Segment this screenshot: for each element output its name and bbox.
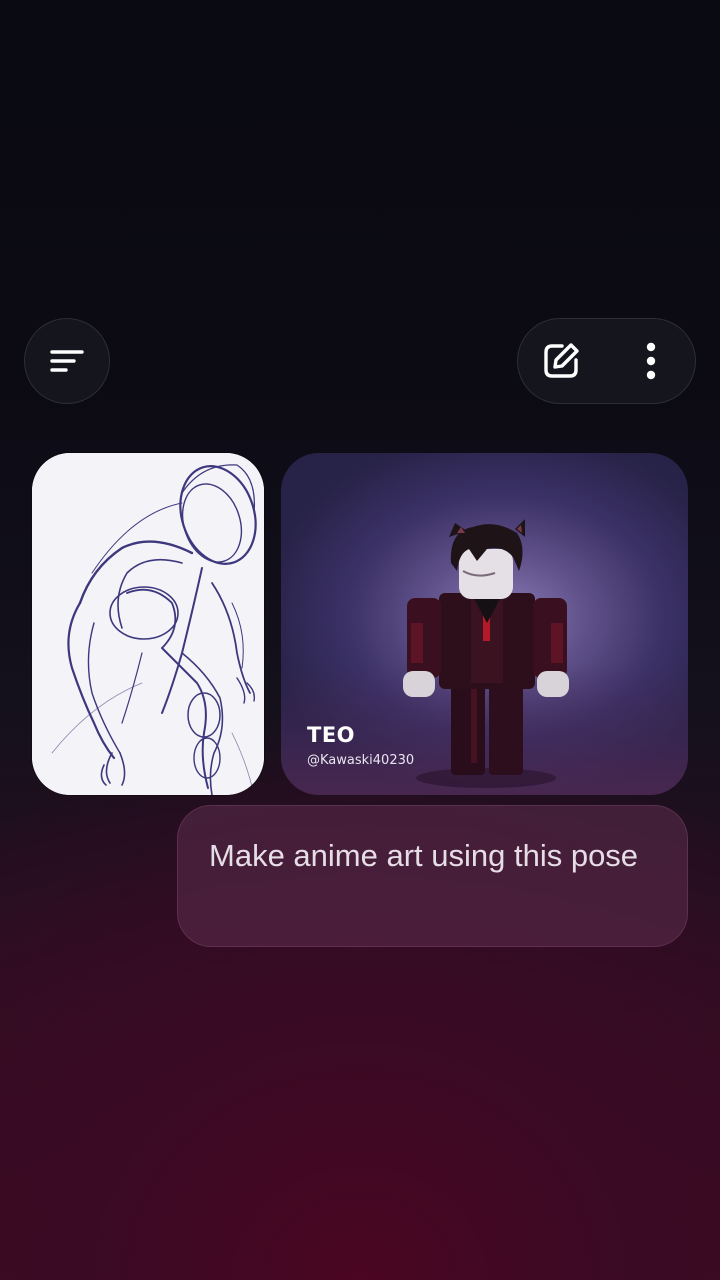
avatar-name: TEO bbox=[307, 723, 356, 747]
sketch-image-attachment[interactable] bbox=[32, 453, 264, 795]
message-text: Make anime art using this pose bbox=[209, 838, 639, 873]
user-message-bubble: Make anime art using this pose bbox=[177, 805, 688, 947]
more-options-button[interactable] bbox=[608, 319, 694, 402]
header-actions bbox=[517, 318, 696, 404]
avatar-handle: @Kawaski40230 bbox=[307, 753, 415, 768]
menu-button[interactable] bbox=[24, 318, 110, 404]
edit-icon bbox=[544, 342, 579, 378]
menu-lines-icon bbox=[50, 350, 84, 372]
pose-sketch-image bbox=[32, 453, 264, 795]
avatar-image-attachment[interactable]: TEO @Kawaski40230 bbox=[281, 453, 688, 795]
more-vertical-icon bbox=[646, 342, 656, 379]
new-chat-button[interactable] bbox=[518, 319, 604, 402]
